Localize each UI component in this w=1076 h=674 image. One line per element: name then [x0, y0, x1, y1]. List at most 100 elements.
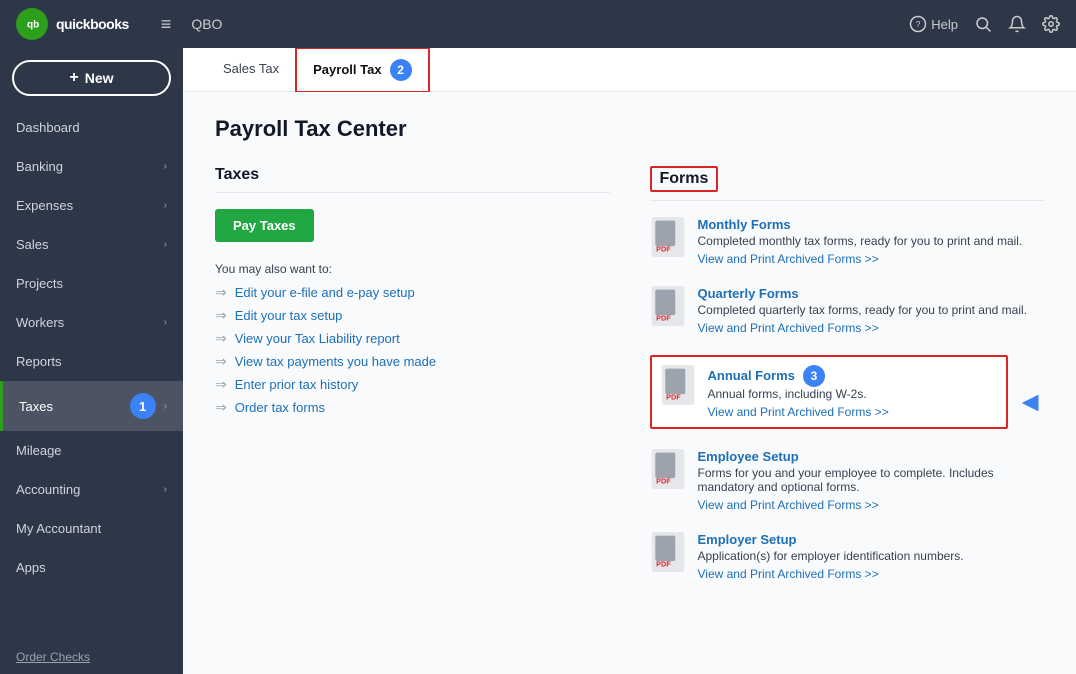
sidebar-item-expenses[interactable]: Expenses › [0, 186, 183, 225]
pay-taxes-button[interactable]: Pay Taxes [215, 209, 314, 242]
edit-tax-link[interactable]: Edit your tax setup [235, 308, 343, 323]
sidebar: + New Dashboard Banking › Expenses › Sal… [0, 48, 183, 674]
logo-text: quickbooks [56, 16, 129, 32]
pdf-icon: PDF [650, 532, 686, 572]
chevron-right-icon: › [164, 401, 167, 412]
order-checks-link[interactable]: Order Checks [0, 640, 183, 674]
bullet-icon: ⇒ [215, 307, 227, 324]
logo: qb quickbooks [16, 8, 129, 40]
svg-text:PDF: PDF [666, 393, 681, 402]
sidebar-item-dashboard[interactable]: Dashboard [0, 108, 183, 147]
help-label: Help [931, 17, 958, 32]
sidebar-item-reports[interactable]: Reports [0, 342, 183, 381]
settings-icon[interactable] [1042, 15, 1060, 33]
employee-setup-name[interactable]: Employee Setup [698, 449, 1045, 464]
annual-form-desc: Annual forms, including W-2s. [708, 387, 999, 401]
bullet-icon: ⇒ [215, 284, 227, 301]
svg-text:PDF: PDF [656, 245, 671, 254]
tab-payroll-tax[interactable]: Payroll Tax 2 [295, 48, 429, 93]
list-item: ⇒ Order tax forms [215, 399, 610, 416]
page-content-area: Payroll Tax Center Taxes Pay Taxes You m… [183, 92, 1076, 674]
tabs-bar: Sales Tax Payroll Tax 2 [183, 48, 1076, 92]
quarterly-form-desc: Completed quarterly tax forms, ready for… [698, 303, 1045, 317]
sidebar-item-banking[interactable]: Banking › [0, 147, 183, 186]
quarterly-form-info: Quarterly Forms Completed quarterly tax … [698, 286, 1045, 335]
bullet-icon: ⇒ [215, 399, 227, 416]
chevron-right-icon: › [164, 317, 167, 328]
sidebar-item-mileage[interactable]: Mileage [0, 431, 183, 470]
pdf-icon: PDF [650, 217, 686, 257]
sidebar-bottom: Order Checks [0, 640, 183, 674]
sidebar-item-apps[interactable]: Apps [0, 548, 183, 587]
pdf-icon: PDF [650, 449, 686, 489]
svg-text:PDF: PDF [656, 477, 671, 486]
forms-section: Forms PDF Monthly Forms Completed monthl… [650, 166, 1045, 601]
qbo-label: QBO [191, 16, 222, 32]
employee-setup-item: PDF Employee Setup Forms for you and you… [650, 449, 1045, 512]
search-icon[interactable] [974, 15, 992, 33]
chevron-right-icon: › [164, 484, 167, 495]
bullet-icon: ⇒ [215, 376, 227, 393]
annotation-badge-1: 1 [130, 393, 156, 419]
employer-setup-info: Employer Setup Application(s) for employ… [698, 532, 1045, 581]
top-header: qb quickbooks ≡ QBO ? Help [0, 0, 1076, 48]
help-button[interactable]: ? Help [909, 15, 958, 33]
quarterly-form-link[interactable]: View and Print Archived Forms >> [698, 321, 879, 335]
also-want-label: You may also want to: [215, 262, 610, 276]
annual-form-name[interactable]: Annual Forms [708, 368, 795, 383]
bullet-icon: ⇒ [215, 353, 227, 370]
employer-setup-link[interactable]: View and Print Archived Forms >> [698, 567, 879, 581]
plus-icon: + [69, 69, 78, 87]
monthly-form-info: Monthly Forms Completed monthly tax form… [698, 217, 1045, 266]
employer-setup-name[interactable]: Employer Setup [698, 532, 1045, 547]
monthly-forms-item: PDF Monthly Forms Completed monthly tax … [650, 217, 1045, 266]
annual-forms-item: PDF Annual Forms 3 Annual forms, includi… [650, 355, 1009, 429]
taxes-section: Taxes Pay Taxes You may also want to: ⇒ … [215, 166, 610, 601]
annual-form-info: Annual Forms 3 Annual forms, including W… [708, 365, 999, 419]
notification-icon[interactable] [1008, 15, 1026, 33]
order-forms-link[interactable]: Order tax forms [235, 400, 325, 415]
qb-logo-icon: qb [16, 8, 48, 40]
monthly-form-desc: Completed monthly tax forms, ready for y… [698, 234, 1045, 248]
new-btn-wrapper: + New [0, 48, 183, 108]
hamburger-icon[interactable]: ≡ [161, 14, 172, 35]
employer-setup-item: PDF Employer Setup Application(s) for em… [650, 532, 1045, 581]
sidebar-item-taxes[interactable]: Taxes 1 › [0, 381, 183, 431]
main-content: Sales Tax Payroll Tax 2 Payroll Tax Cent… [183, 48, 1076, 674]
sidebar-item-accounting[interactable]: Accounting › [0, 470, 183, 509]
list-item: ⇒ Enter prior tax history [215, 376, 610, 393]
enter-prior-link[interactable]: Enter prior tax history [235, 377, 359, 392]
employee-setup-link[interactable]: View and Print Archived Forms >> [698, 498, 879, 512]
sidebar-item-projects[interactable]: Projects [0, 264, 183, 303]
forms-section-title: Forms [650, 166, 719, 192]
employee-setup-info: Employee Setup Forms for you and your em… [698, 449, 1045, 512]
chevron-right-icon: › [164, 200, 167, 211]
monthly-form-name[interactable]: Monthly Forms [698, 217, 1045, 232]
view-liability-link[interactable]: View your Tax Liability report [235, 331, 400, 346]
svg-text:?: ? [916, 20, 921, 29]
list-item: ⇒ Edit your e-file and e-pay setup [215, 284, 610, 301]
sidebar-item-sales[interactable]: Sales › [0, 225, 183, 264]
sidebar-item-my-accountant[interactable]: My Accountant [0, 509, 183, 548]
edit-efile-link[interactable]: Edit your e-file and e-pay setup [235, 285, 415, 300]
list-item: ⇒ Edit your tax setup [215, 307, 610, 324]
sidebar-item-workers[interactable]: Workers › [0, 303, 183, 342]
pdf-icon: PDF [660, 365, 696, 405]
monthly-form-link[interactable]: View and Print Archived Forms >> [698, 252, 879, 266]
new-button[interactable]: + New [12, 60, 171, 96]
tab-sales-tax[interactable]: Sales Tax [207, 51, 295, 88]
quarterly-forms-item: PDF Quarterly Forms Completed quarterly … [650, 286, 1045, 335]
bullet-icon: ⇒ [215, 330, 227, 347]
header-actions: ? Help [909, 15, 1060, 33]
annual-form-link[interactable]: View and Print Archived Forms >> [708, 405, 889, 419]
quarterly-form-name[interactable]: Quarterly Forms [698, 286, 1045, 301]
annotation-badge-3: 3 [803, 365, 825, 387]
svg-text:PDF: PDF [656, 314, 671, 323]
svg-text:qb: qb [27, 19, 39, 30]
taxes-section-title: Taxes [215, 166, 610, 193]
page-title: Payroll Tax Center [215, 116, 1044, 142]
view-payments-link[interactable]: View tax payments you have made [235, 354, 436, 369]
chevron-right-icon: › [164, 161, 167, 172]
new-button-label: New [85, 70, 114, 86]
list-item: ⇒ View your Tax Liability report [215, 330, 610, 347]
